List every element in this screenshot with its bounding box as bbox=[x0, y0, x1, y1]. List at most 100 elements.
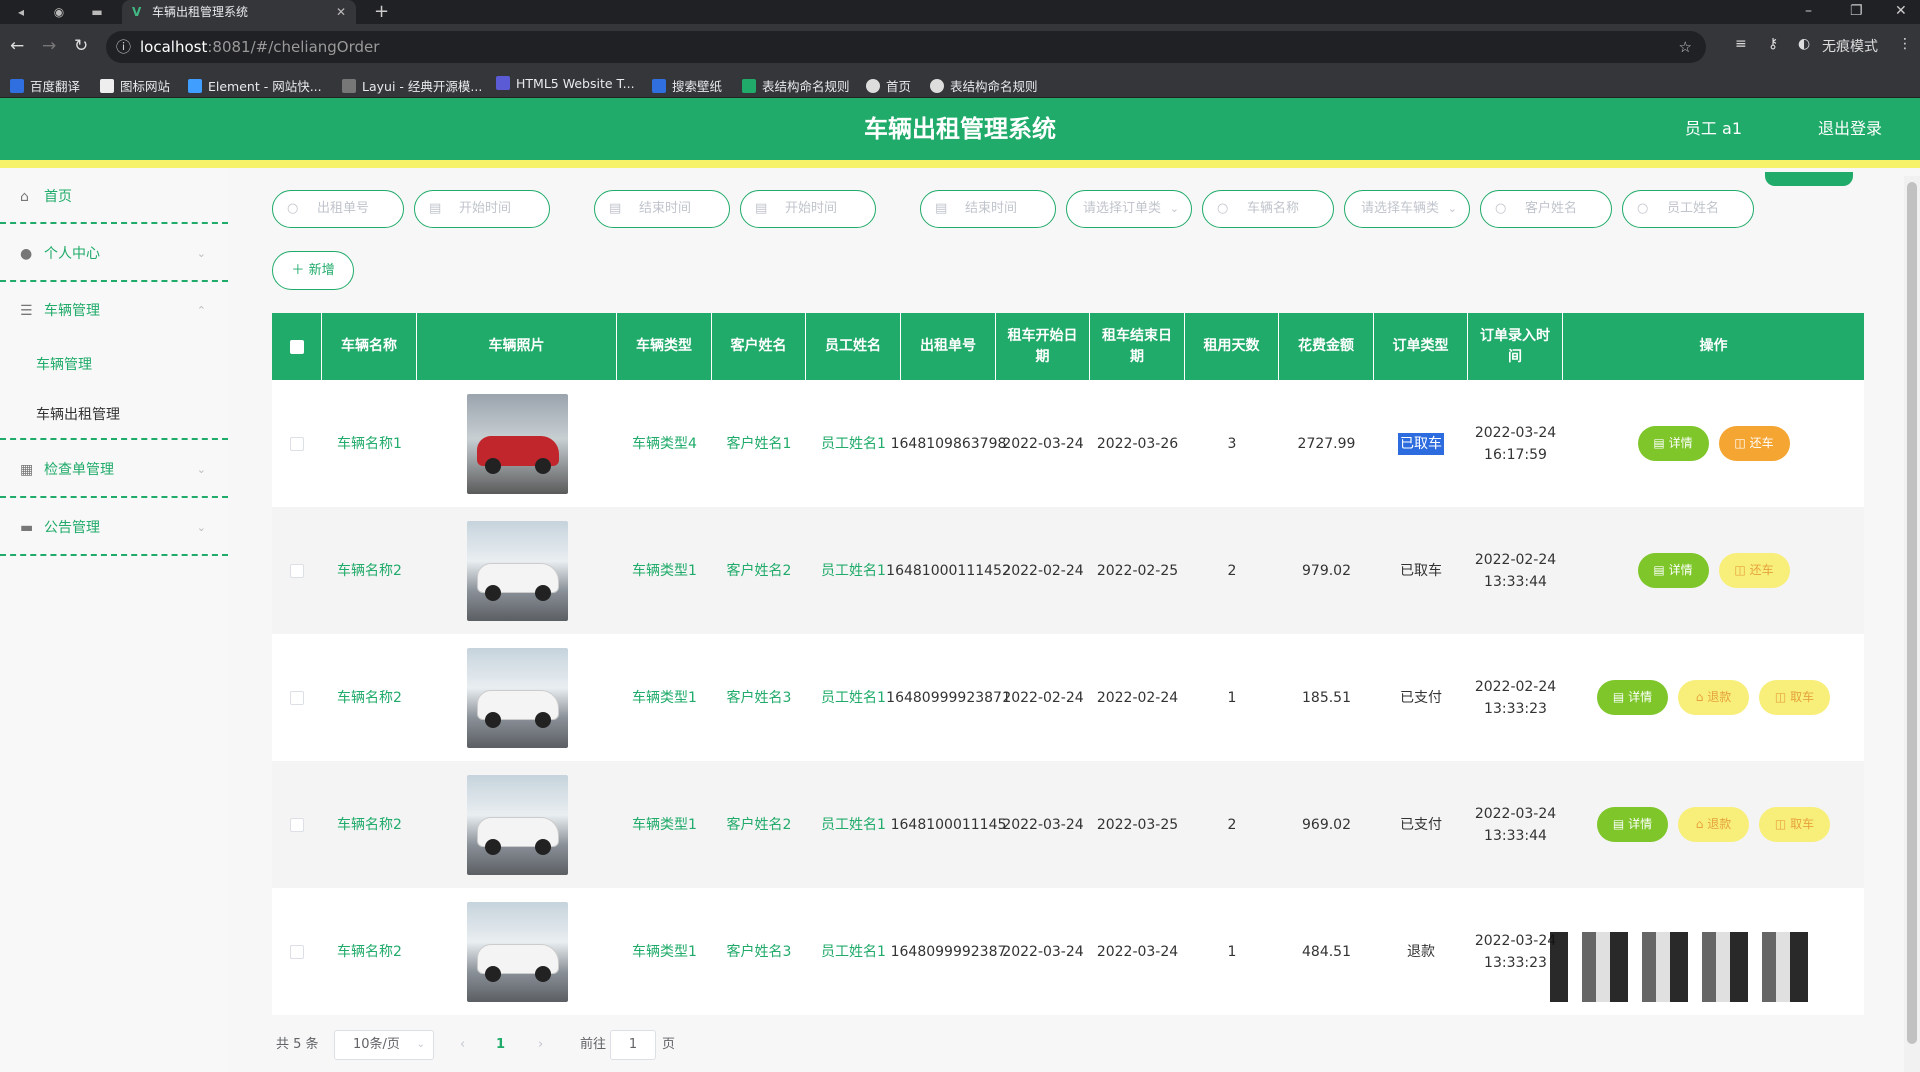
pixelated-overlay bbox=[1550, 932, 1814, 1002]
url-field[interactable]: ⓘ localhost:8081/#/cheliangOrder ☆ bbox=[106, 31, 1706, 63]
detail-button[interactable]: ▤ 详情 bbox=[1597, 807, 1668, 842]
column-header: 操作 bbox=[1699, 338, 1728, 354]
chevron-down-icon: ⌄ bbox=[196, 247, 206, 260]
scrollbar[interactable] bbox=[1904, 176, 1920, 1072]
app-header: 车辆出租管理系统 员工 a1 退出登录 bbox=[0, 98, 1920, 168]
row-checkbox[interactable] bbox=[272, 761, 322, 888]
incognito-icon[interactable]: ◐ bbox=[1798, 36, 1810, 52]
cell-status: 已取车 bbox=[1374, 380, 1468, 507]
bookmark-item[interactable]: Element - 网站快... bbox=[188, 76, 322, 95]
reading-list-icon[interactable]: ≡ bbox=[1735, 36, 1747, 52]
page-number[interactable]: 1 bbox=[496, 1030, 505, 1060]
prev-page-button[interactable]: ‹ bbox=[460, 1030, 465, 1060]
bookmark-item[interactable]: 首页 bbox=[866, 76, 911, 95]
cell-order-no: 1648109863798 bbox=[890, 435, 1007, 452]
bookmark-item[interactable]: 搜索壁纸 bbox=[652, 76, 722, 95]
start-time-input-2[interactable]: ▤ 开始时间 bbox=[740, 190, 876, 228]
page-size-select[interactable]: 10条/页 ⌄ bbox=[334, 1030, 434, 1060]
sidebar-item-label: 首页 bbox=[44, 189, 72, 205]
refund-button[interactable]: ⌂ 退款 bbox=[1678, 680, 1749, 715]
staff-name-input[interactable]: ○ 员工姓名 bbox=[1622, 190, 1754, 228]
bookmark-item[interactable]: 表结构命名规则 bbox=[930, 76, 1038, 95]
bookmark-item[interactable]: HTML5 Website T... bbox=[496, 76, 635, 91]
cell-order-no: 1648099992387 bbox=[890, 943, 1007, 960]
cell-status: 已支付 bbox=[1400, 816, 1442, 833]
sidebar-sub-vehicle[interactable]: 车辆管理 bbox=[36, 354, 92, 374]
return-button[interactable]: ◫ 还车 bbox=[1718, 553, 1790, 588]
back-icon[interactable]: ← bbox=[10, 36, 24, 56]
search-icon: ○ bbox=[287, 201, 299, 216]
search-button[interactable] bbox=[1765, 172, 1853, 186]
refund-icon: ⌂ bbox=[1695, 690, 1708, 704]
pickup-button[interactable]: ◫ 取车 bbox=[1759, 680, 1830, 715]
tab-list-icon[interactable]: ▬ bbox=[88, 3, 106, 21]
row-checkbox[interactable] bbox=[272, 888, 322, 1015]
bookmarks-bar: 百度翻译 图标网站 Element - 网站快... Layui - 经典开源模… bbox=[0, 70, 1920, 98]
menu-icon[interactable]: ⋮ bbox=[1898, 36, 1912, 52]
bookmark-item[interactable]: Layui - 经典开源模... bbox=[342, 76, 482, 95]
row-checkbox[interactable] bbox=[272, 507, 322, 634]
sidebar-item-home[interactable]: ⌂ 首页 bbox=[0, 182, 228, 232]
cell-days: 2 bbox=[1227, 816, 1237, 833]
cell-name: 车辆名称2 bbox=[337, 943, 402, 960]
car-photo bbox=[417, 380, 617, 507]
select-all-checkbox[interactable] bbox=[272, 313, 322, 380]
start-time-input[interactable]: ▤ 开始时间 bbox=[414, 190, 550, 228]
order-no-input[interactable]: ○ 出租单号 bbox=[272, 190, 404, 228]
cell-end: 2022-03-24 bbox=[1096, 943, 1179, 960]
window-close-icon[interactable]: ✕ bbox=[1895, 0, 1907, 22]
globe-icon[interactable]: ◉ bbox=[50, 3, 68, 21]
detail-button[interactable]: ▤ 详情 bbox=[1597, 680, 1668, 715]
minimize-icon[interactable]: – bbox=[1805, 0, 1812, 22]
customer-name-input[interactable]: ○ 客户姓名 bbox=[1480, 190, 1612, 228]
key-icon[interactable]: ⚷ bbox=[1768, 36, 1778, 52]
bookmark-star-icon[interactable]: ☆ bbox=[1679, 31, 1692, 63]
sidebar-item-label: 车辆管理 bbox=[44, 303, 100, 319]
car-photo bbox=[417, 634, 617, 761]
end-time-input[interactable]: ▤ 结束时间 bbox=[594, 190, 730, 228]
bookmark-item[interactable]: 图标网站 bbox=[100, 76, 170, 95]
column-header: 订单录入时间 bbox=[1468, 313, 1563, 380]
refund-button[interactable]: ⌂ 退款 bbox=[1678, 807, 1749, 842]
row-checkbox[interactable] bbox=[272, 634, 322, 761]
car-photo bbox=[417, 507, 617, 634]
reload-icon[interactable]: ↻ bbox=[74, 36, 88, 56]
browser-tab[interactable]: V 车辆出租管理系统 ✕ bbox=[122, 0, 356, 24]
search-icon: ○ bbox=[1495, 201, 1507, 216]
scrollbar-thumb[interactable] bbox=[1907, 182, 1917, 1044]
end-time-input-2[interactable]: ▤ 结束时间 bbox=[920, 190, 1056, 228]
detail-button[interactable]: ▤ 详情 bbox=[1637, 426, 1709, 461]
audio-icon[interactable]: ◂ bbox=[12, 3, 30, 21]
vehicle-type-select[interactable]: 请选择车辆类 ⌄ bbox=[1344, 190, 1470, 228]
bookmark-item[interactable]: 百度翻译 bbox=[10, 76, 80, 95]
bookmark-item[interactable]: 表结构命名规则 bbox=[742, 76, 850, 95]
total-count: 共 5 条 bbox=[276, 1037, 319, 1052]
detail-icon: ▤ bbox=[1612, 690, 1629, 704]
return-button[interactable]: ◫ 还车 bbox=[1718, 426, 1790, 461]
cell-end: 2022-02-24 bbox=[1096, 689, 1179, 706]
order-type-select[interactable]: 请选择订单类 ⌄ bbox=[1066, 190, 1192, 228]
info-icon: ⓘ bbox=[116, 38, 132, 56]
detail-icon: ▤ bbox=[1612, 817, 1629, 831]
cell-amount: 484.51 bbox=[1302, 943, 1351, 960]
logout-link[interactable]: 退出登录 bbox=[1818, 98, 1882, 160]
new-tab-button[interactable]: + bbox=[374, 0, 389, 24]
sidebar-item-vehicle[interactable]: ☰ 车辆管理 ⌃ bbox=[0, 296, 228, 346]
pagination: 共 5 条 10条/页 ⌄ ‹ 1 › 前往 1 页 bbox=[272, 1030, 1072, 1060]
detail-button[interactable]: ▤ 详情 bbox=[1637, 553, 1709, 588]
goto-page-input[interactable]: 1 bbox=[610, 1030, 656, 1060]
calendar-icon: ▤ bbox=[429, 201, 442, 216]
pickup-button[interactable]: ◫ 取车 bbox=[1759, 807, 1830, 842]
add-button[interactable]: ＋ 新增 bbox=[272, 251, 354, 290]
restore-icon[interactable]: ❐ bbox=[1850, 0, 1863, 22]
next-page-button[interactable]: › bbox=[538, 1030, 543, 1060]
close-tab-icon[interactable]: ✕ bbox=[336, 0, 346, 24]
tab-title: 车辆出租管理系统 bbox=[152, 5, 249, 19]
column-header: 车辆照片 bbox=[417, 313, 617, 380]
pickup-icon: ◫ bbox=[1774, 690, 1791, 704]
vehicle-name-input[interactable]: ○ 车辆名称 bbox=[1202, 190, 1334, 228]
sidebar-sub-rental[interactable]: 车辆出租管理 bbox=[36, 404, 120, 424]
forward-icon[interactable]: → bbox=[42, 36, 56, 56]
row-checkbox[interactable] bbox=[272, 380, 322, 507]
column-header: 客户姓名 bbox=[712, 313, 806, 380]
